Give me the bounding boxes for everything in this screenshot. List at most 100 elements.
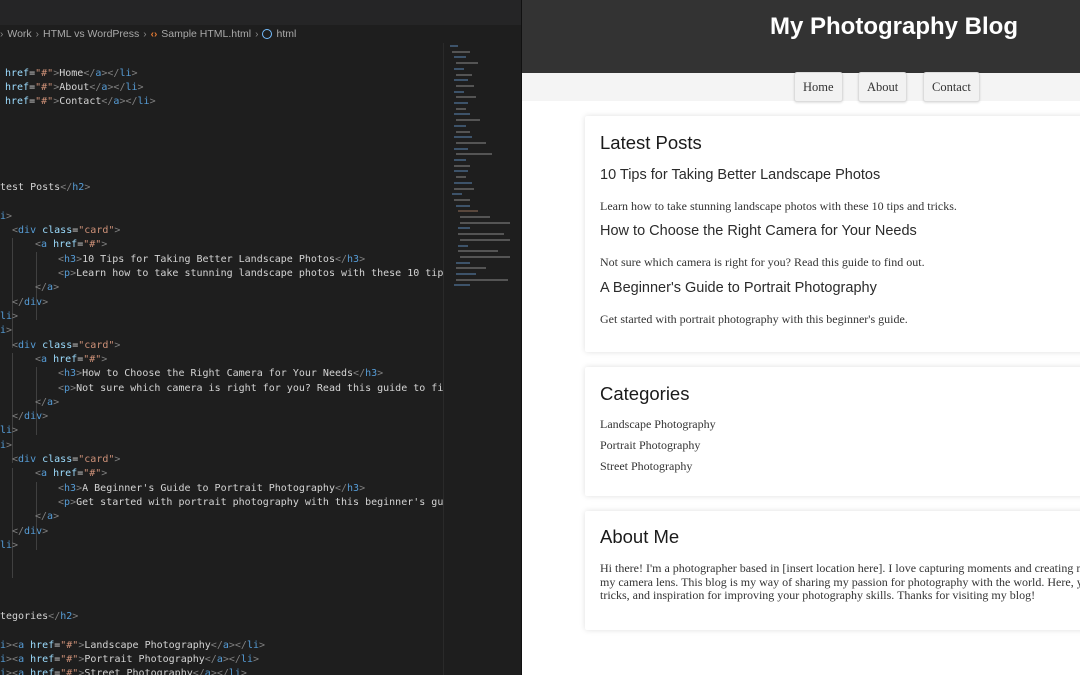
minimap-line (452, 50, 470, 53)
code-token: Street Photography (84, 668, 193, 675)
minimap-line (450, 45, 458, 47)
code-line: <h3>10 Tips for Taking Better Landscape … (58, 253, 365, 267)
code-token: </ (101, 96, 114, 107)
minimap-line (458, 233, 504, 236)
nav-about-link[interactable]: About (858, 72, 908, 102)
minimap-line (456, 153, 492, 156)
code-line: </div> (12, 296, 48, 310)
code-token: </ (204, 654, 217, 665)
code-token: li (240, 654, 253, 665)
latest-posts-heading: Latest Posts (600, 132, 702, 153)
code-line: tegories</h2> (0, 610, 78, 624)
code-line: i><a href="#">Street Photography</a></li… (0, 667, 247, 675)
post-title[interactable]: A Beginner's Guide to Portrait Photograp… (600, 280, 877, 296)
code-token: Get started with portrait photography wi… (76, 497, 443, 508)
code-token: ></ (228, 640, 247, 651)
code-token: > (53, 511, 60, 522)
code-token: > (12, 540, 19, 551)
minimap[interactable] (443, 43, 521, 675)
breadcrumb-item[interactable]: Sample HTML.html (161, 28, 251, 40)
post-title[interactable]: 10 Tips for Taking Better Landscape Phot… (600, 167, 880, 183)
code-token: div (18, 225, 37, 236)
code-token: ></ (107, 82, 126, 93)
minimap-line (456, 273, 476, 275)
code-token: href (53, 468, 78, 479)
code-line: <h3>How to Choose the Right Camera for Y… (58, 367, 383, 381)
code-token: </ (334, 483, 348, 494)
code-token: li (0, 311, 13, 322)
code-token: ></ (222, 654, 241, 665)
code-line: <div class="card"> (12, 339, 120, 353)
code-line: <a href="#"> (35, 467, 107, 481)
code-token: href (30, 640, 55, 651)
code-token: > (12, 425, 19, 436)
code-line: li> (0, 424, 18, 438)
post-excerpt[interactable]: Not sure which camera is right for you? … (600, 255, 925, 270)
code-token: "#" (35, 96, 54, 107)
minimap-line (454, 67, 464, 70)
code-line: </a> (35, 281, 59, 295)
breadcrumb-item[interactable]: HTML vs WordPress (43, 28, 139, 40)
code-token: ></ (210, 668, 229, 675)
code-token: href (53, 354, 78, 365)
code-line: i> (0, 439, 12, 453)
category-link[interactable]: Portrait Photography (600, 438, 700, 453)
categories-heading: Categories (600, 383, 690, 404)
code-token: div (24, 526, 43, 537)
code-line: i><a href="#">Portrait Photography</a></… (0, 653, 259, 667)
minimap-line (460, 221, 510, 224)
post-excerpt[interactable]: Get started with portrait photography wi… (600, 312, 908, 327)
code-token: Portrait Photography (84, 654, 205, 665)
minimap-line (454, 90, 464, 93)
code-token: </ (35, 511, 48, 522)
minimap-line (456, 176, 466, 179)
post-excerpt[interactable]: Learn how to take stunning landscape pho… (600, 199, 957, 214)
code-token: > (137, 82, 144, 93)
post-title[interactable]: How to Choose the Right Camera for Your … (600, 223, 917, 239)
code-token: </ (60, 182, 73, 193)
code-token: div (18, 340, 37, 351)
code-token: > (42, 297, 49, 308)
code-text-area[interactable]: href="#">Home</a></li> href="#">About</a… (0, 43, 443, 675)
code-token: </ (12, 526, 25, 537)
code-token: </ (210, 640, 223, 651)
nav-contact-link[interactable]: Contact (923, 72, 980, 102)
editor-tab-bar (0, 0, 521, 25)
code-token: </ (89, 82, 102, 93)
code-line: i> (0, 210, 12, 224)
code-token: li (119, 68, 132, 79)
site-header: My Photography Blog (522, 0, 1080, 73)
minimap-line (456, 62, 478, 65)
minimap-line (460, 216, 490, 218)
breadcrumb-item[interactable]: Work (7, 28, 31, 40)
code-token: "card" (78, 340, 115, 351)
breadcrumb-item[interactable]: html (276, 28, 296, 40)
minimap-line (456, 267, 486, 270)
code-token: h3 (64, 368, 77, 379)
code-token: "#" (60, 654, 79, 665)
code-token: "#" (60, 668, 79, 675)
minimap-line (456, 261, 470, 264)
minimap-line (456, 107, 466, 110)
minimap-line (456, 119, 480, 122)
nav-home-link[interactable]: Home (794, 72, 843, 102)
browser-preview: My Photography Blog Home About Contact L… (522, 0, 1080, 675)
about-text-line: tricks, and inspiration for improving yo… (600, 588, 1036, 602)
code-token: li (125, 82, 138, 93)
code-token: </ (12, 411, 25, 422)
code-token: div (18, 454, 37, 465)
code-token: h3 (347, 483, 360, 494)
chevron-right-icon: › (143, 28, 147, 40)
code-line: i><a href="#">Landscape Photography</a><… (0, 639, 265, 653)
category-link[interactable]: Street Photography (600, 459, 692, 474)
code-token: h3 (64, 254, 77, 265)
minimap-line (458, 227, 470, 230)
category-link[interactable]: Landscape Photography (600, 417, 716, 432)
site-nav: Home About Contact (522, 72, 1080, 102)
site-title: My Photography Blog (770, 13, 1018, 40)
code-token: </ (12, 297, 25, 308)
code-token: > (101, 468, 108, 479)
code-token: > (6, 440, 13, 451)
chevron-right-icon: › (255, 28, 259, 40)
code-token: class (42, 340, 73, 351)
